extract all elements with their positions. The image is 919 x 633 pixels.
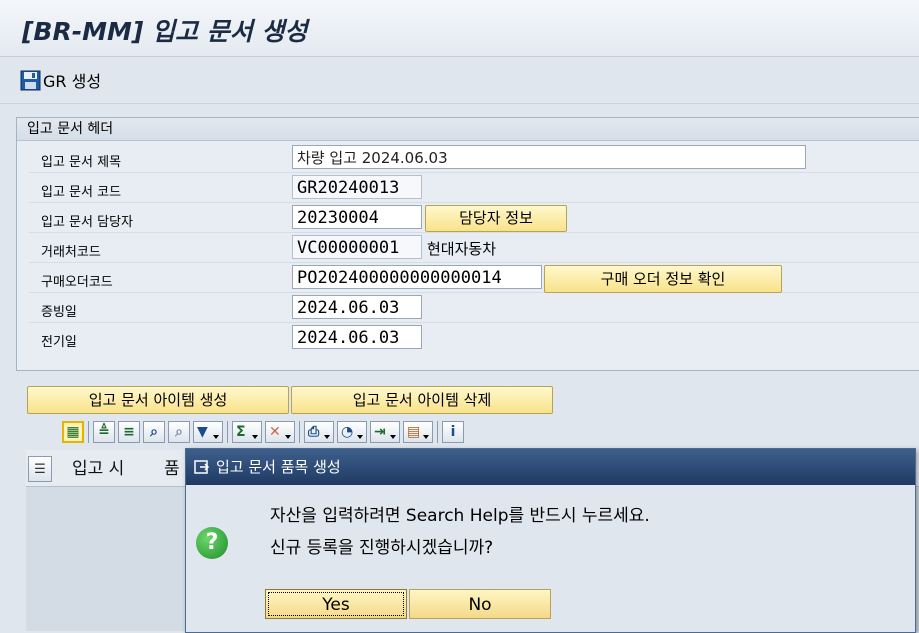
filter-icon[interactable]: ▼ — [193, 421, 223, 443]
row-doc-title: 입고 문서 제목 차량 입고 2024.06.03 — [29, 144, 919, 173]
vendor-name-text: 현대자동차 — [427, 240, 497, 258]
gr-create-label: GR 생성 — [43, 72, 102, 91]
dialog-message-line-2: 신규 등록을 진행하시겠습니까? — [270, 538, 494, 558]
dialog-window-icon — [194, 459, 210, 474]
doc-owner-label: 입고 문서 담당자 — [41, 215, 133, 230]
sum-icon[interactable]: Σ — [232, 421, 262, 443]
dialog-message-line-1: 자산을 입력하려면 Search Help를 반드시 누르세요. — [270, 506, 650, 526]
delete-item-button[interactable]: 입고 문서 아이템 삭제 — [291, 386, 553, 414]
owner-info-button[interactable]: 담당자 정보 — [425, 205, 567, 232]
save-icon — [20, 70, 41, 90]
po-code-input[interactable]: PO202400000000000014 — [292, 265, 542, 289]
row-doc-code: 입고 문서 코드 GR20240013 — [29, 174, 919, 203]
column-header[interactable]: 품 — [164, 454, 180, 479]
create-item-button[interactable]: 입고 문서 아이템 생성 — [27, 386, 289, 414]
posting-date-label: 전기일 — [41, 335, 77, 350]
select-all-icon[interactable]: ☰ — [28, 456, 52, 482]
evidence-date-input[interactable]: 2024.06.03 — [292, 295, 422, 319]
dialog-title: 입고 문서 품목 생성 — [216, 458, 341, 476]
row-doc-owner: 입고 문서 담당자 20230004 담당자 정보 — [29, 204, 919, 233]
layout-icon[interactable]: ▤ — [403, 421, 433, 443]
toolbar-separator — [437, 421, 438, 443]
confirm-dialog: 입고 문서 품목 생성 ? 자산을 입력하려면 Search Help를 반드시… — [185, 448, 916, 633]
toolbar-separator — [227, 421, 228, 443]
po-code-label: 구매오더코드 — [41, 275, 113, 290]
subtotal-icon[interactable]: ✕ — [265, 421, 295, 443]
yes-button[interactable]: Yes — [265, 589, 407, 619]
views-icon[interactable]: ◔ — [337, 421, 367, 443]
row-po-code: 구매오더코드 PO202400000000000014 구매 오더 정보 확인 — [29, 264, 919, 293]
toolbar-separator — [299, 421, 300, 443]
groupbox-title: 입고 문서 헤더 — [17, 118, 919, 141]
vendor-code-field[interactable]: VC00000001 — [292, 235, 422, 259]
evidence-date-label: 증빙일 — [41, 305, 77, 320]
grid-toolbar: ▦ ≜ ≡ ⌕ ⌕ ▼ Σ ✕ ⎙ ◔ ⇥ ▤ i — [62, 418, 467, 446]
export-icon[interactable]: ⇥ — [370, 421, 400, 443]
dialog-titlebar: 입고 문서 품목 생성 — [186, 449, 915, 485]
row-posting-date: 전기일 2024.06.03 — [29, 324, 919, 352]
information-icon[interactable]: i — [442, 421, 464, 443]
row-evidence-date: 증빙일 2024.06.03 — [29, 294, 919, 323]
doc-code-label: 입고 문서 코드 — [41, 185, 122, 200]
vendor-code-label: 거래처코드 — [41, 245, 101, 260]
header-groupbox: 입고 문서 헤더 입고 문서 제목 차량 입고 2024.06.03 입고 문서… — [16, 117, 919, 371]
find-icon[interactable]: ⌕ — [143, 421, 165, 443]
application-toolbar: GR 생성 — [0, 57, 919, 104]
no-button[interactable]: No — [409, 589, 551, 619]
gr-create-button[interactable]: GR 생성 — [20, 67, 101, 93]
toolbar-separator — [88, 421, 89, 443]
title-bar: [BR-MM] 입고 문서 생성 — [0, 0, 919, 57]
question-icon: ? — [196, 527, 228, 559]
posting-date-input[interactable]: 2024.06.03 — [292, 325, 422, 349]
print-icon[interactable]: ⎙ — [304, 421, 334, 443]
sort-descending-icon[interactable]: ≡ — [118, 421, 140, 443]
po-info-button[interactable]: 구매 오더 정보 확인 — [544, 265, 782, 293]
sort-ascending-icon[interactable]: ≜ — [93, 421, 115, 443]
page-title: [BR-MM] 입고 문서 생성 — [22, 17, 308, 46]
details-icon[interactable]: ▦ — [62, 421, 84, 443]
doc-title-label: 입고 문서 제목 — [41, 155, 122, 170]
doc-code-field[interactable]: GR20240013 — [292, 175, 422, 199]
column-header[interactable]: 입고 시 — [72, 454, 124, 479]
row-vendor-code: 거래처코드 VC00000001 현대자동차 — [29, 234, 919, 263]
doc-owner-input[interactable]: 20230004 — [292, 205, 422, 229]
find-next-icon[interactable]: ⌕ — [168, 421, 190, 443]
doc-title-input[interactable]: 차량 입고 2024.06.03 — [292, 145, 806, 169]
